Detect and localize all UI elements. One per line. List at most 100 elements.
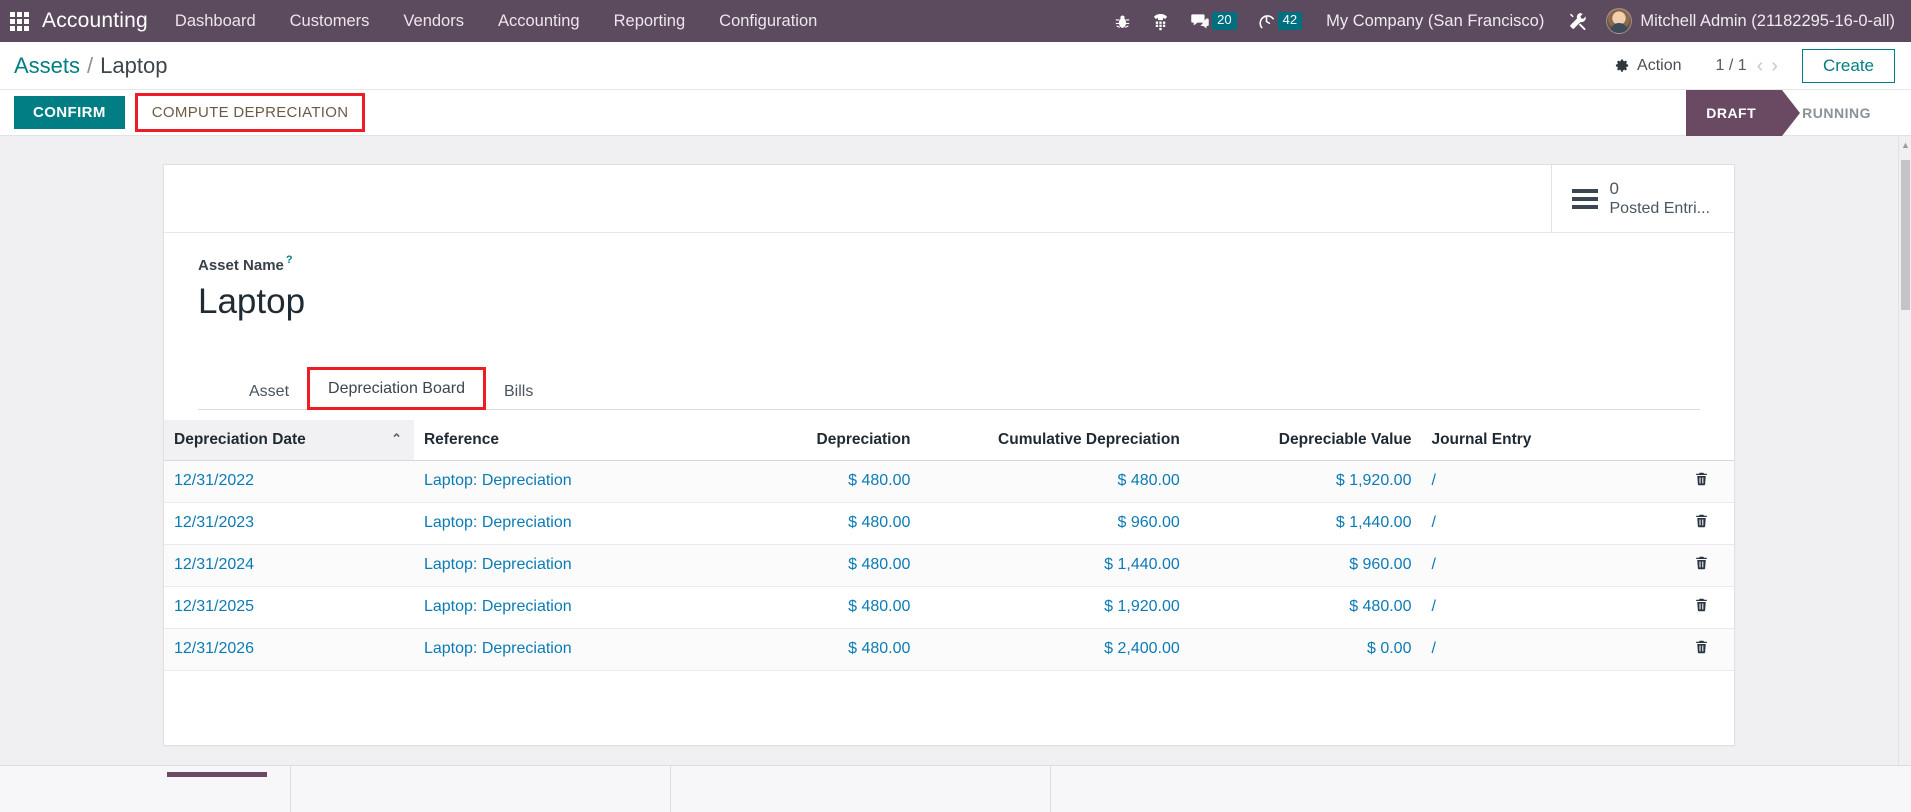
menu-item-reporting[interactable]: Reporting bbox=[597, 0, 703, 42]
posted-entries-count: 0 bbox=[1610, 178, 1711, 199]
scrollbar-thumb[interactable] bbox=[1901, 160, 1910, 310]
cell-depreciable-value[interactable]: $ 0.00 bbox=[1190, 628, 1422, 670]
cell-journal-entry[interactable]: / bbox=[1421, 460, 1669, 502]
cell-depreciation-date[interactable]: 12/31/2025 bbox=[164, 586, 414, 628]
navbar-systray: 20 42 My Company (San Francisco) Mitchel… bbox=[1104, 0, 1911, 42]
column-cumulative-depreciation[interactable]: Cumulative Depreciation bbox=[920, 420, 1189, 461]
cell-depreciable-value[interactable]: $ 480.00 bbox=[1190, 586, 1422, 628]
wrench-screwdriver-icon bbox=[1568, 11, 1588, 31]
developer-tools-button[interactable] bbox=[1558, 0, 1598, 42]
status-stage-running[interactable]: RUNNING bbox=[1788, 90, 1885, 136]
cell-cumulative-depreciation[interactable]: $ 1,440.00 bbox=[920, 544, 1189, 586]
app-brand-accounting[interactable]: Accounting bbox=[38, 9, 158, 33]
cell-depreciation[interactable]: $ 480.00 bbox=[726, 502, 920, 544]
cell-depreciable-value[interactable]: $ 1,920.00 bbox=[1190, 460, 1422, 502]
column-journal-entry[interactable]: Journal Entry bbox=[1421, 420, 1669, 461]
cell-depreciation[interactable]: $ 480.00 bbox=[726, 544, 920, 586]
asset-name-value[interactable]: Laptop bbox=[198, 282, 1700, 322]
cell-journal-entry[interactable]: / bbox=[1421, 502, 1669, 544]
messages-button[interactable]: 20 bbox=[1180, 0, 1246, 42]
cell-reference[interactable]: Laptop: Depreciation bbox=[414, 460, 726, 502]
vertical-scrollbar[interactable]: ▲ bbox=[1898, 136, 1911, 811]
cell-cumulative-depreciation[interactable]: $ 1,920.00 bbox=[920, 586, 1189, 628]
cell-cumulative-depreciation[interactable]: $ 480.00 bbox=[920, 460, 1189, 502]
column-reference[interactable]: Reference bbox=[414, 420, 726, 461]
cell-depreciation-date[interactable]: 12/31/2022 bbox=[164, 460, 414, 502]
table-row[interactable]: 12/31/2023 Laptop: Depreciation $ 480.00… bbox=[164, 502, 1734, 544]
sheet-body: Asset Name ? Laptop Asset Depreciation B… bbox=[164, 233, 1734, 419]
cell-reference[interactable]: Laptop: Depreciation bbox=[414, 544, 726, 586]
apps-menu-toggle[interactable] bbox=[0, 0, 38, 42]
avatar bbox=[1606, 8, 1632, 34]
column-depreciation-date[interactable]: Depreciation Date ⌃ bbox=[164, 420, 414, 461]
pager-next-icon[interactable]: › bbox=[1771, 56, 1778, 76]
apps-grid-icon bbox=[10, 12, 29, 31]
cell-journal-entry[interactable]: / bbox=[1421, 544, 1669, 586]
cell-cumulative-depreciation[interactable]: $ 2,400.00 bbox=[920, 628, 1189, 670]
scroll-up-icon[interactable]: ▲ bbox=[1901, 140, 1910, 149]
cell-journal-entry[interactable]: / bbox=[1421, 586, 1669, 628]
smart-button-posted-entries[interactable]: 0 Posted Entri... bbox=[1551, 165, 1735, 232]
control-panel: Assets / Laptop Action 1 / 1 ‹ › Create bbox=[0, 42, 1911, 90]
trash-icon[interactable] bbox=[1694, 471, 1709, 492]
cell-depreciation-date[interactable]: 12/31/2024 bbox=[164, 544, 414, 586]
help-question-icon[interactable]: ? bbox=[286, 254, 293, 266]
cell-delete bbox=[1669, 502, 1734, 544]
user-menu[interactable]: Mitchell Admin (21182295-16-0-all) bbox=[1598, 8, 1911, 34]
cell-cumulative-depreciation[interactable]: $ 960.00 bbox=[920, 502, 1189, 544]
cell-depreciation[interactable]: $ 480.00 bbox=[726, 460, 920, 502]
cell-depreciable-value[interactable]: $ 960.00 bbox=[1190, 544, 1422, 586]
cell-depreciation-date[interactable]: 12/31/2023 bbox=[164, 502, 414, 544]
table-header: Depreciation Date ⌃ Reference Depreciati… bbox=[164, 420, 1734, 461]
create-button[interactable]: Create bbox=[1802, 49, 1895, 83]
compute-depreciation-button[interactable]: COMPUTE DEPRECIATION bbox=[138, 96, 363, 129]
cell-depreciation-date[interactable]: 12/31/2026 bbox=[164, 628, 414, 670]
trash-icon[interactable] bbox=[1694, 597, 1709, 618]
tab-bills[interactable]: Bills bbox=[486, 373, 551, 410]
menu-item-dashboard[interactable]: Dashboard bbox=[158, 0, 273, 42]
messages-icon bbox=[1190, 11, 1210, 31]
voip-dialpad-button[interactable] bbox=[1141, 0, 1180, 42]
trash-icon[interactable] bbox=[1694, 555, 1709, 576]
sheet-wrapper: 0 Posted Entri... Asset Name ? Laptop As… bbox=[0, 164, 1911, 746]
notebook-tabs: Asset Depreciation Board Bills bbox=[198, 367, 1700, 410]
menu-item-configuration[interactable]: Configuration bbox=[702, 0, 834, 42]
notebook: Asset Depreciation Board Bills bbox=[198, 367, 1700, 410]
table-row[interactable]: 12/31/2024 Laptop: Depreciation $ 480.00… bbox=[164, 544, 1734, 586]
trash-icon[interactable] bbox=[1694, 513, 1709, 534]
table-row[interactable]: 12/31/2022 Laptop: Depreciation $ 480.00… bbox=[164, 460, 1734, 502]
debug-bug-button[interactable] bbox=[1104, 0, 1141, 42]
activities-button[interactable]: 42 bbox=[1247, 0, 1312, 42]
menu-item-customers[interactable]: Customers bbox=[273, 0, 387, 42]
cell-reference[interactable]: Laptop: Depreciation bbox=[414, 628, 726, 670]
cell-depreciable-value[interactable]: $ 1,440.00 bbox=[1190, 502, 1422, 544]
column-depreciable-value[interactable]: Depreciable Value bbox=[1190, 420, 1422, 461]
breadcrumb-item-assets[interactable]: Assets bbox=[14, 53, 80, 79]
smart-button-text: 0 Posted Entri... bbox=[1610, 178, 1711, 219]
trash-icon[interactable] bbox=[1694, 639, 1709, 660]
cell-depreciation[interactable]: $ 480.00 bbox=[726, 586, 920, 628]
gear-icon bbox=[1615, 58, 1630, 73]
messages-count-badge: 20 bbox=[1212, 12, 1236, 30]
status-stage-draft[interactable]: DRAFT bbox=[1686, 90, 1782, 136]
tab-depreciation-board[interactable]: Depreciation Board bbox=[310, 370, 483, 407]
cell-reference[interactable]: Laptop: Depreciation bbox=[414, 586, 726, 628]
cell-depreciation[interactable]: $ 480.00 bbox=[726, 628, 920, 670]
menu-item-accounting[interactable]: Accounting bbox=[481, 0, 597, 42]
table-row[interactable]: 12/31/2025 Laptop: Depreciation $ 480.00… bbox=[164, 586, 1734, 628]
action-menu-button[interactable]: Action bbox=[1603, 53, 1693, 79]
company-switcher[interactable]: My Company (San Francisco) bbox=[1312, 12, 1558, 31]
footer-inner bbox=[0, 766, 1911, 812]
table-row[interactable]: 12/31/2026 Laptop: Depreciation $ 480.00… bbox=[164, 628, 1734, 670]
menu-item-vendors[interactable]: Vendors bbox=[386, 0, 481, 42]
confirm-button[interactable]: CONFIRM bbox=[14, 96, 125, 129]
cell-journal-entry[interactable]: / bbox=[1421, 628, 1669, 670]
pager-previous-icon[interactable]: ‹ bbox=[1757, 56, 1764, 76]
form-action-buttons: CONFIRM COMPUTE DEPRECIATION bbox=[0, 90, 365, 135]
footer-cell-first bbox=[163, 766, 291, 812]
tab-asset[interactable]: Asset bbox=[231, 373, 307, 410]
cell-reference[interactable]: Laptop: Depreciation bbox=[414, 502, 726, 544]
asset-name-label: Asset Name ? bbox=[198, 257, 293, 274]
pager: 1 / 1 ‹ › bbox=[1715, 56, 1777, 76]
column-depreciation[interactable]: Depreciation bbox=[726, 420, 920, 461]
